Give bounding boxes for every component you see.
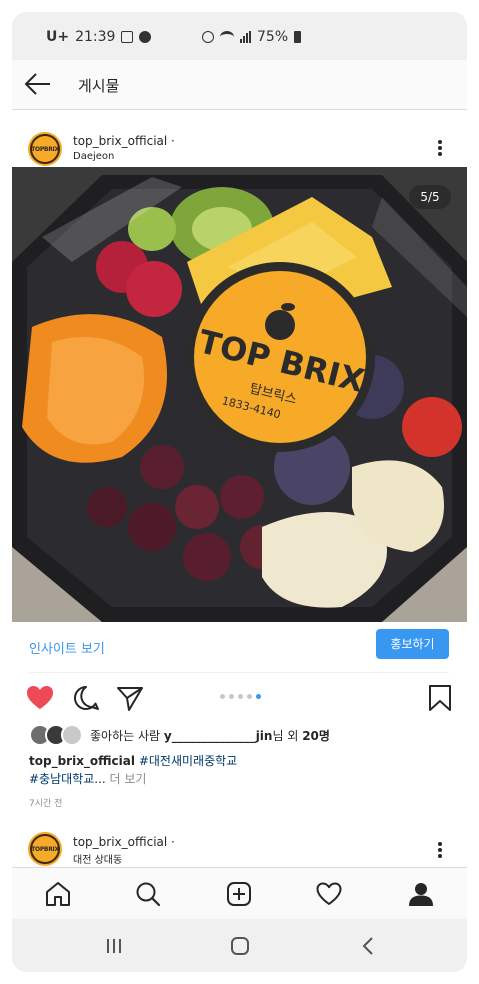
comment-icon[interactable]	[72, 684, 100, 712]
caption-ellipsis: ...	[94, 772, 110, 786]
likes-user: y______________jin	[163, 729, 273, 743]
add-post-icon[interactable]	[226, 881, 252, 907]
wifi-icon	[220, 31, 234, 43]
hashtag[interactable]: #대전새미래중학교	[139, 754, 237, 768]
share-icon[interactable]	[116, 684, 144, 712]
profile-icon[interactable]	[408, 881, 434, 907]
post-timestamp: 7시간 전	[29, 799, 63, 809]
image-counter: 5/5	[409, 185, 451, 209]
divider	[29, 672, 449, 673]
carousel-indicator	[220, 694, 261, 699]
system-nav-bar	[12, 919, 467, 972]
avatar-logo-text: TOPBRIX	[31, 836, 59, 862]
carrier-label: U+	[46, 29, 70, 45]
hashtag[interactable]: #충남대학교	[29, 772, 94, 786]
more-options-icon[interactable]	[430, 138, 450, 158]
carousel-dot-active	[256, 694, 261, 699]
activity-heart-icon[interactable]	[316, 881, 342, 907]
avatar[interactable]: TOPBRIX	[28, 832, 62, 866]
system-back-icon[interactable]	[358, 935, 380, 957]
signal-icon	[240, 31, 251, 43]
clock: 21:39	[75, 29, 116, 45]
app-header: 게시물	[12, 60, 467, 110]
more-options-icon[interactable]	[430, 840, 450, 860]
liker-avatars[interactable]	[29, 724, 89, 746]
liker-avatar	[61, 724, 83, 746]
carousel-dot	[229, 694, 234, 699]
back-arrow-icon[interactable]	[24, 72, 52, 96]
home-icon[interactable]	[45, 881, 71, 907]
recent-apps-icon[interactable]	[103, 935, 125, 957]
fruit-box-photo: TOP BRIX 탑브릭스 1833-4140	[12, 167, 467, 622]
page-title: 게시물	[78, 77, 120, 95]
phone-screen: U+ 21:39 75% 게시물 TOPBRIX top_brix_offici…	[12, 12, 467, 972]
carousel-dot	[238, 694, 243, 699]
post-location[interactable]: 대전 상대동	[73, 851, 122, 866]
notification-icon	[139, 31, 152, 43]
carousel-dot	[220, 694, 225, 699]
post-username[interactable]: top_brix_official ·	[73, 835, 175, 849]
insight-link[interactable]: 인사이트 보기	[29, 638, 105, 657]
bottom-nav	[12, 867, 467, 919]
home-button-icon[interactable]	[229, 935, 251, 957]
post-header: TOPBRIX top_brix_official · Daejeon	[12, 122, 467, 172]
avatar[interactable]: TOPBRIX	[28, 132, 62, 166]
heart-icon[interactable]	[26, 684, 54, 712]
status-bar: U+ 21:39 75%	[12, 12, 467, 60]
caption-username[interactable]: top_brix_official	[29, 754, 135, 768]
carousel-dot	[247, 694, 252, 699]
post-username[interactable]: top_brix_official ·	[73, 134, 175, 148]
alarm-icon	[202, 31, 214, 43]
more-link[interactable]: 더 보기	[110, 772, 147, 786]
post-caption: top_brix_official #대전새미래중학교 #충남대학교... 더 …	[29, 752, 449, 788]
battery-icon	[294, 31, 302, 43]
promote-button[interactable]: 홍보하기	[376, 629, 449, 659]
gallery-icon	[121, 31, 134, 43]
likes-count: 20명	[302, 729, 330, 743]
bookmark-icon[interactable]	[426, 684, 454, 712]
avatar-logo-text: TOPBRIX	[31, 136, 59, 162]
likes-summary[interactable]: 좋아하는 사람 y______________jin님 외 20명	[90, 727, 330, 744]
post-location[interactable]: Daejeon	[73, 151, 114, 162]
search-icon[interactable]	[135, 881, 161, 907]
battery-percent: 75%	[257, 29, 289, 45]
post-image[interactable]: TOP BRIX 탑브릭스 1833-4140	[12, 167, 467, 622]
